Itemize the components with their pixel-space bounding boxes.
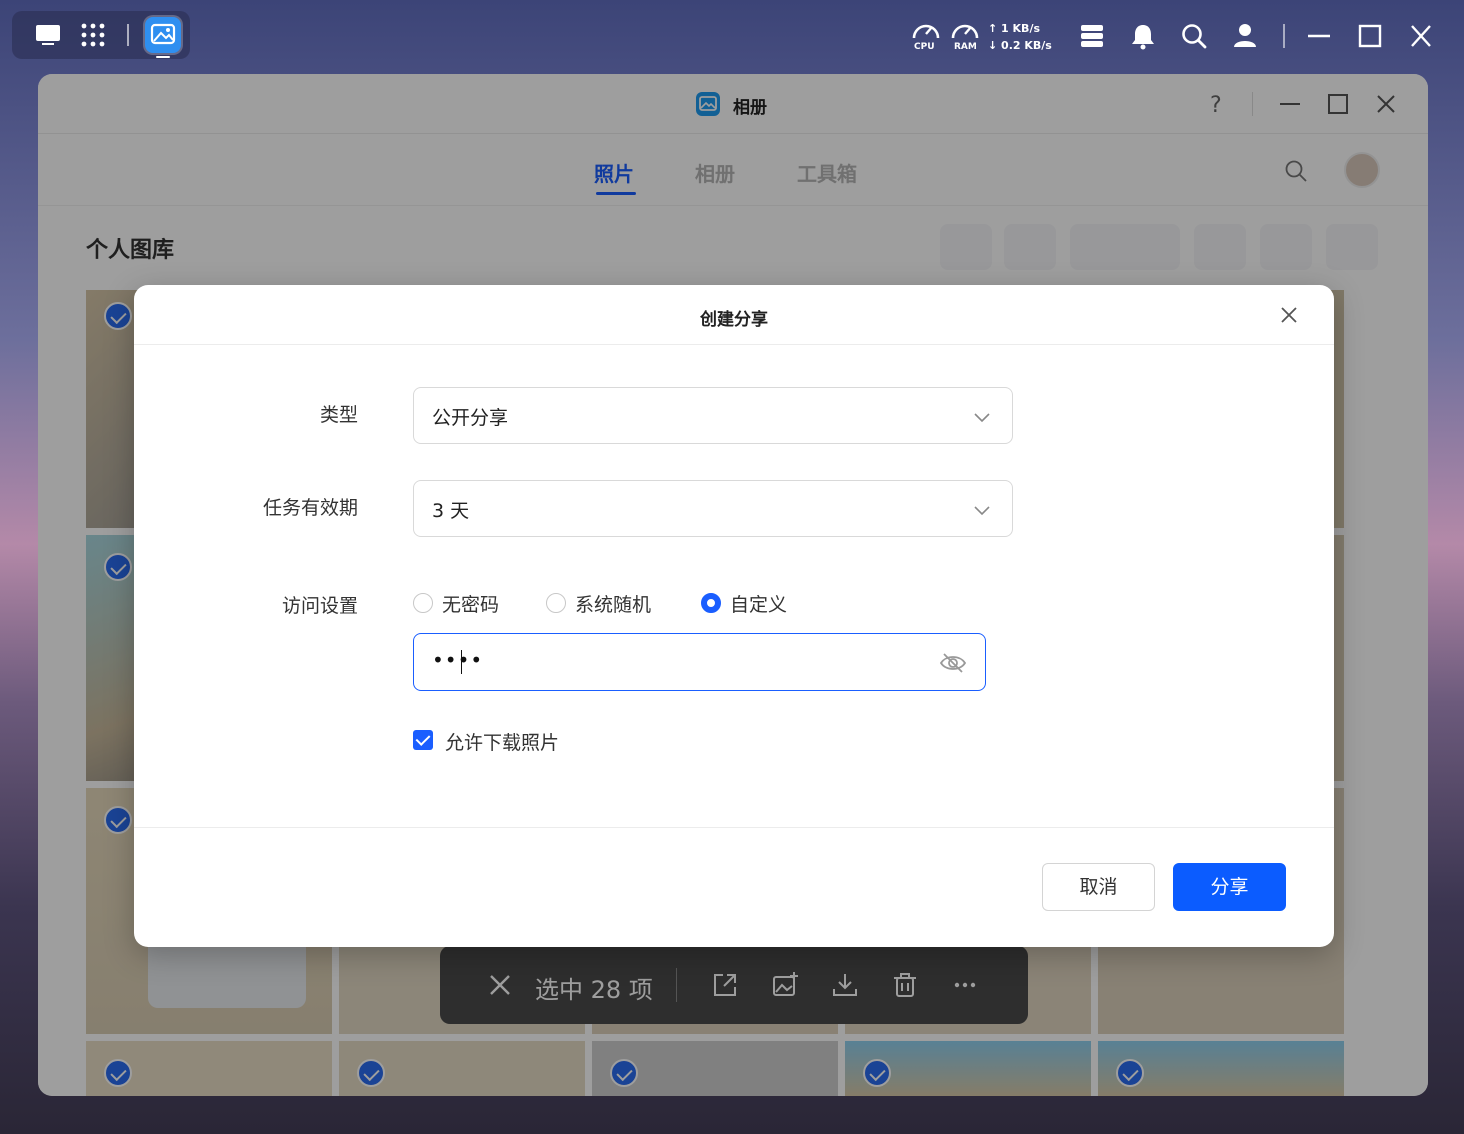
close-icon[interactable] <box>1408 24 1434 52</box>
dock-divider <box>127 24 129 46</box>
share-type-select[interactable]: 公开分享 <box>413 387 1013 444</box>
bell-icon[interactable] <box>1130 22 1156 54</box>
share-type-value: 公开分享 <box>432 407 509 429</box>
share-button[interactable]: 分享 <box>1173 863 1286 911</box>
dock <box>12 11 190 59</box>
running-indicator <box>156 56 170 58</box>
validity-select[interactable]: 3 天 <box>413 480 1013 537</box>
net-download: ↓ 0.2 KB/s <box>988 39 1052 52</box>
chevron-down-icon <box>972 500 992 520</box>
system-topbar: CPU RAM ↑ 1 KB/s ↓ 0.2 KB/s <box>0 0 1464 72</box>
cancel-button[interactable]: 取消 <box>1042 863 1155 911</box>
photos-app-icon[interactable] <box>145 17 181 53</box>
radio-button-selected[interactable] <box>701 593 721 613</box>
storage-icon[interactable] <box>1078 22 1106 54</box>
radio-label: 系统随机 <box>575 594 652 616</box>
validity-label: 任务有效期 <box>262 497 358 519</box>
search-icon[interactable] <box>1180 22 1208 54</box>
dialog-title: 创建分享 <box>700 310 768 330</box>
radio-label: 自定义 <box>730 594 788 616</box>
tray-divider <box>1283 24 1285 48</box>
net-download-value: 0.2 KB/s <box>1001 39 1052 52</box>
minimize-icon[interactable] <box>1306 24 1332 52</box>
dialog-footer-divider <box>134 827 1334 828</box>
allow-download-label[interactable]: 允许下载照片 <box>445 728 559 755</box>
type-label: 类型 <box>319 404 358 426</box>
dialog-header: 创建分享 <box>134 285 1334 345</box>
password-field[interactable]: •••• <box>413 633 986 691</box>
allow-download-checkbox[interactable] <box>413 730 433 750</box>
password-value: •••• <box>432 648 484 672</box>
network-speed: ↑ 1 KB/s ↓ 0.2 KB/s <box>988 20 1052 54</box>
create-share-dialog: 创建分享 类型 公开分享 任务有效期 3 天 访问设置 无密码 系统随机 自定义… <box>134 285 1334 947</box>
desktop-icon[interactable] <box>32 19 64 51</box>
access-label: 访问设置 <box>281 595 358 617</box>
text-caret <box>461 650 462 674</box>
net-upload-value: 1 KB/s <box>1001 22 1041 35</box>
radio-label: 无密码 <box>442 594 500 616</box>
validity-value: 3 天 <box>432 500 470 522</box>
radio-button[interactable] <box>546 593 566 613</box>
cpu-label: CPU <box>914 42 935 52</box>
ram-label: RAM <box>954 42 977 52</box>
close-icon[interactable] <box>1277 303 1301 327</box>
eye-off-icon[interactable] <box>939 652 967 674</box>
apps-grid-icon[interactable] <box>77 19 109 51</box>
net-upload: ↑ 1 KB/s <box>988 22 1041 35</box>
chevron-down-icon <box>972 407 992 427</box>
radio-button[interactable] <box>413 593 433 613</box>
user-icon[interactable] <box>1231 21 1259 53</box>
maximize-icon[interactable] <box>1357 24 1383 52</box>
